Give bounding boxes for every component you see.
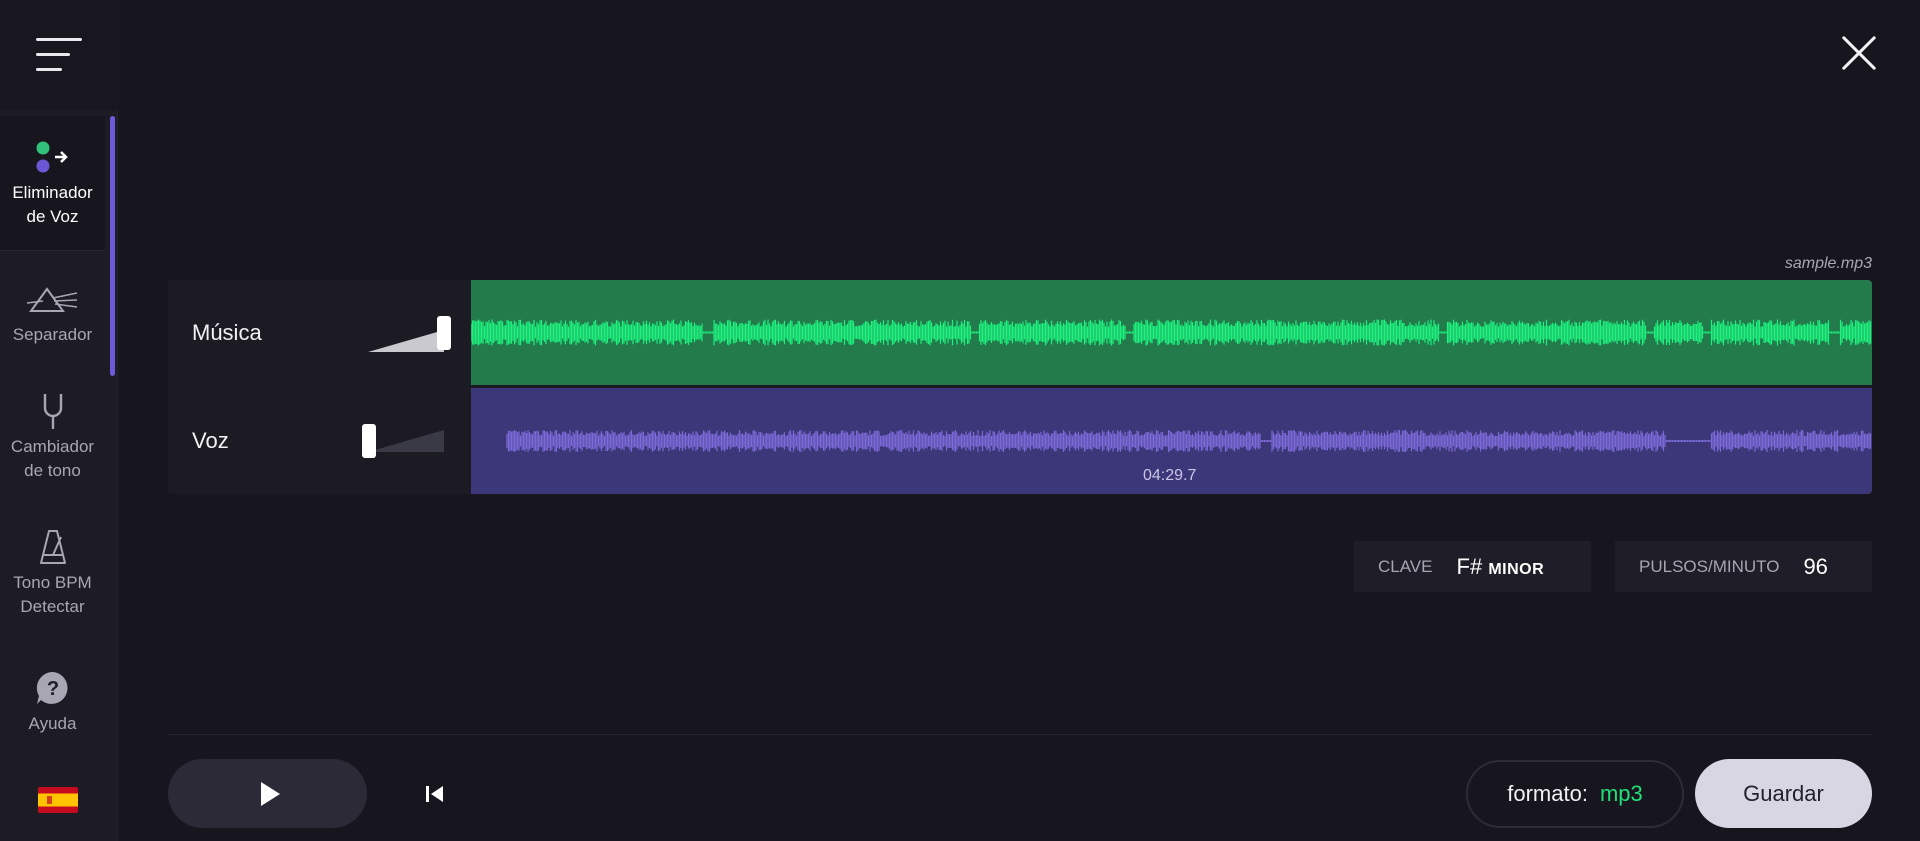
voice-remover-icon — [33, 137, 73, 177]
key-badge: CLAVE F# MINOR — [1354, 541, 1591, 592]
waveform-path — [506, 430, 1872, 452]
file-name: sample.mp3 — [1784, 255, 1872, 272]
menu-button[interactable] — [0, 0, 118, 110]
waveform-path — [471, 319, 1872, 346]
format-selector[interactable]: formato: mp3 — [1466, 760, 1684, 828]
nav-label: de tono — [24, 461, 81, 480]
sidebar: Eliminador de Voz Separador Cambiador de… — [0, 0, 118, 841]
bpm-badge: PULSOS/MINUTO 96 — [1615, 541, 1872, 592]
nav-label: Ayuda — [28, 714, 77, 733]
prism-icon — [26, 279, 79, 319]
skip-to-start-button[interactable] — [424, 783, 446, 805]
nav-item-voice-remover[interactable]: Eliminador de Voz — [0, 116, 105, 250]
skip-back-icon — [426, 786, 443, 802]
spain-flag-icon[interactable] — [38, 787, 78, 813]
nav-item-pitch-changer[interactable]: Cambiador de tono — [0, 382, 105, 492]
nav-label: Tono BPM — [13, 573, 92, 592]
bottom-divider — [168, 734, 1872, 735]
volume-slider-voice[interactable] — [362, 424, 376, 458]
nav-item-bpm-detector[interactable]: Tono BPM Detectar — [0, 518, 105, 628]
track-voice: Voz — [168, 388, 471, 494]
help-icon: ? — [35, 668, 71, 708]
sidebar-scrollbar[interactable] — [110, 116, 115, 376]
nav-label: Eliminador — [12, 183, 93, 202]
tuning-fork-icon — [41, 391, 65, 431]
hamburger-menu-icon — [36, 38, 82, 72]
metronome-icon — [39, 527, 67, 567]
waveform-music[interactable] — [471, 280, 1872, 385]
nav-item-separator[interactable]: Separador — [0, 270, 105, 356]
track-panel: Música Voz — [168, 280, 1872, 494]
volume-ramp-music — [368, 330, 444, 352]
nav-label: Separador — [12, 325, 93, 344]
format-label: formato: — [1507, 781, 1588, 806]
playback-time: 04:29.7 — [1143, 467, 1197, 484]
save-button[interactable]: Guardar — [1695, 759, 1872, 828]
track-name-voice: Voz — [192, 428, 229, 453]
volume-slider-music[interactable] — [437, 316, 451, 350]
key-value: F# MINOR — [1456, 553, 1545, 579]
bpm-value: 96 — [1803, 553, 1828, 579]
volume-ramp-voice — [368, 430, 444, 452]
track-name-music: Música — [192, 319, 262, 345]
svg-text:?: ? — [46, 678, 58, 700]
key-label: CLAVE — [1378, 556, 1433, 576]
nav-label: Detectar — [20, 597, 85, 616]
nav-label: Cambiador — [10, 437, 95, 456]
format-value: mp3 — [1599, 781, 1643, 806]
play-button[interactable] — [168, 759, 367, 828]
nav-label: de Voz — [26, 207, 79, 226]
bpm-label: PULSOS/MINUTO — [1639, 556, 1780, 576]
play-icon — [261, 781, 280, 806]
track-music: Música — [168, 280, 471, 385]
sidebar-divider — [0, 250, 105, 251]
close-button[interactable] — [1840, 34, 1878, 72]
nav-item-help[interactable]: ? Ayuda — [0, 662, 105, 742]
